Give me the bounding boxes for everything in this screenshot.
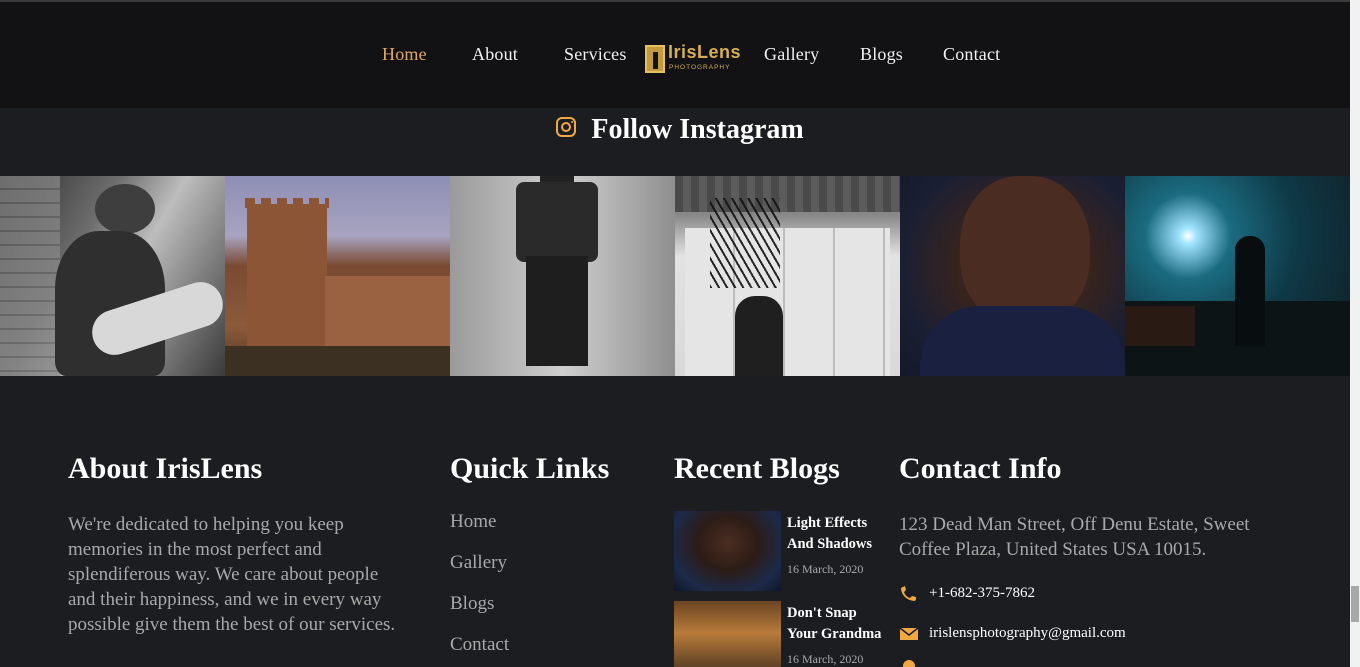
location-icon — [903, 660, 915, 667]
scrollbar-thumb[interactable] — [1351, 586, 1359, 622]
blog-title[interactable]: Don't Snap Your Grandma — [787, 603, 882, 645]
logo-wordmark: IrisLens — [668, 42, 742, 62]
follow-instagram-header: Follow Instagram — [0, 114, 1360, 158]
instagram-photo[interactable] — [225, 176, 450, 376]
phone-icon — [901, 586, 916, 601]
blog-thumbnail[interactable] — [674, 601, 781, 667]
blog-item[interactable]: Don't Snap Your Grandma 16 March, 2020 — [674, 601, 882, 667]
instagram-photo[interactable] — [1125, 176, 1350, 376]
contact-email-text: irislensphotography@gmail.com — [929, 625, 1126, 641]
contact-phone-text: +1-682-375-7862 — [929, 585, 1035, 601]
instagram-photo[interactable] — [450, 176, 675, 376]
quick-link-home[interactable]: Home — [450, 511, 509, 552]
nav-blogs[interactable]: Blogs — [860, 44, 903, 65]
instagram-photo[interactable] — [675, 176, 900, 376]
instagram-photo[interactable] — [900, 176, 1125, 376]
top-navigation-bar: Home About Services Gallery Blogs Contac… — [0, 0, 1360, 108]
contact-address: 123 Dead Man Street, Off Denu Estate, Sw… — [899, 514, 1250, 560]
about-description: We're dedicated to helping you keep memo… — [68, 514, 396, 635]
nav-gallery[interactable]: Gallery — [764, 44, 819, 65]
instagram-icon — [556, 117, 577, 137]
blog-title[interactable]: Light Effects And Shadows — [787, 513, 882, 555]
quick-links-list: Home Gallery Blogs Contact — [450, 511, 509, 667]
blog-date: 16 March, 2020 — [787, 652, 864, 666]
quick-link-blogs[interactable]: Blogs — [450, 593, 509, 634]
nav-home[interactable]: Home — [382, 44, 427, 65]
envelope-icon — [899, 627, 919, 640]
blog-date: 16 March, 2020 — [787, 562, 864, 576]
nav-contact[interactable]: Contact — [943, 44, 1000, 65]
page-scrollbar[interactable] — [1350, 0, 1360, 667]
blog-item[interactable]: Light Effects And Shadows 16 March, 2020 — [674, 511, 879, 591]
nav-services[interactable]: Services — [564, 44, 627, 65]
quick-link-gallery[interactable]: Gallery — [450, 552, 509, 593]
nav-about[interactable]: About — [472, 44, 518, 65]
instagram-photo[interactable] — [0, 176, 225, 376]
blog-thumbnail[interactable] — [674, 511, 781, 591]
quick-links-title: Quick Links — [450, 452, 610, 485]
irislens-logo[interactable]: IrisLens PHOTOGRAPHY — [645, 42, 743, 76]
logo-mark-icon — [645, 45, 665, 73]
recent-blogs-title: Recent Blogs — [674, 452, 840, 485]
quick-link-contact[interactable]: Contact — [450, 634, 509, 667]
contact-info-title: Contact Info — [899, 452, 1062, 485]
follow-instagram-title: Follow Instagram — [591, 114, 804, 145]
instagram-photo-strip — [0, 176, 1350, 376]
about-title: About IrisLens — [68, 452, 263, 485]
logo-subtitle: PHOTOGRAPHY — [669, 64, 731, 71]
